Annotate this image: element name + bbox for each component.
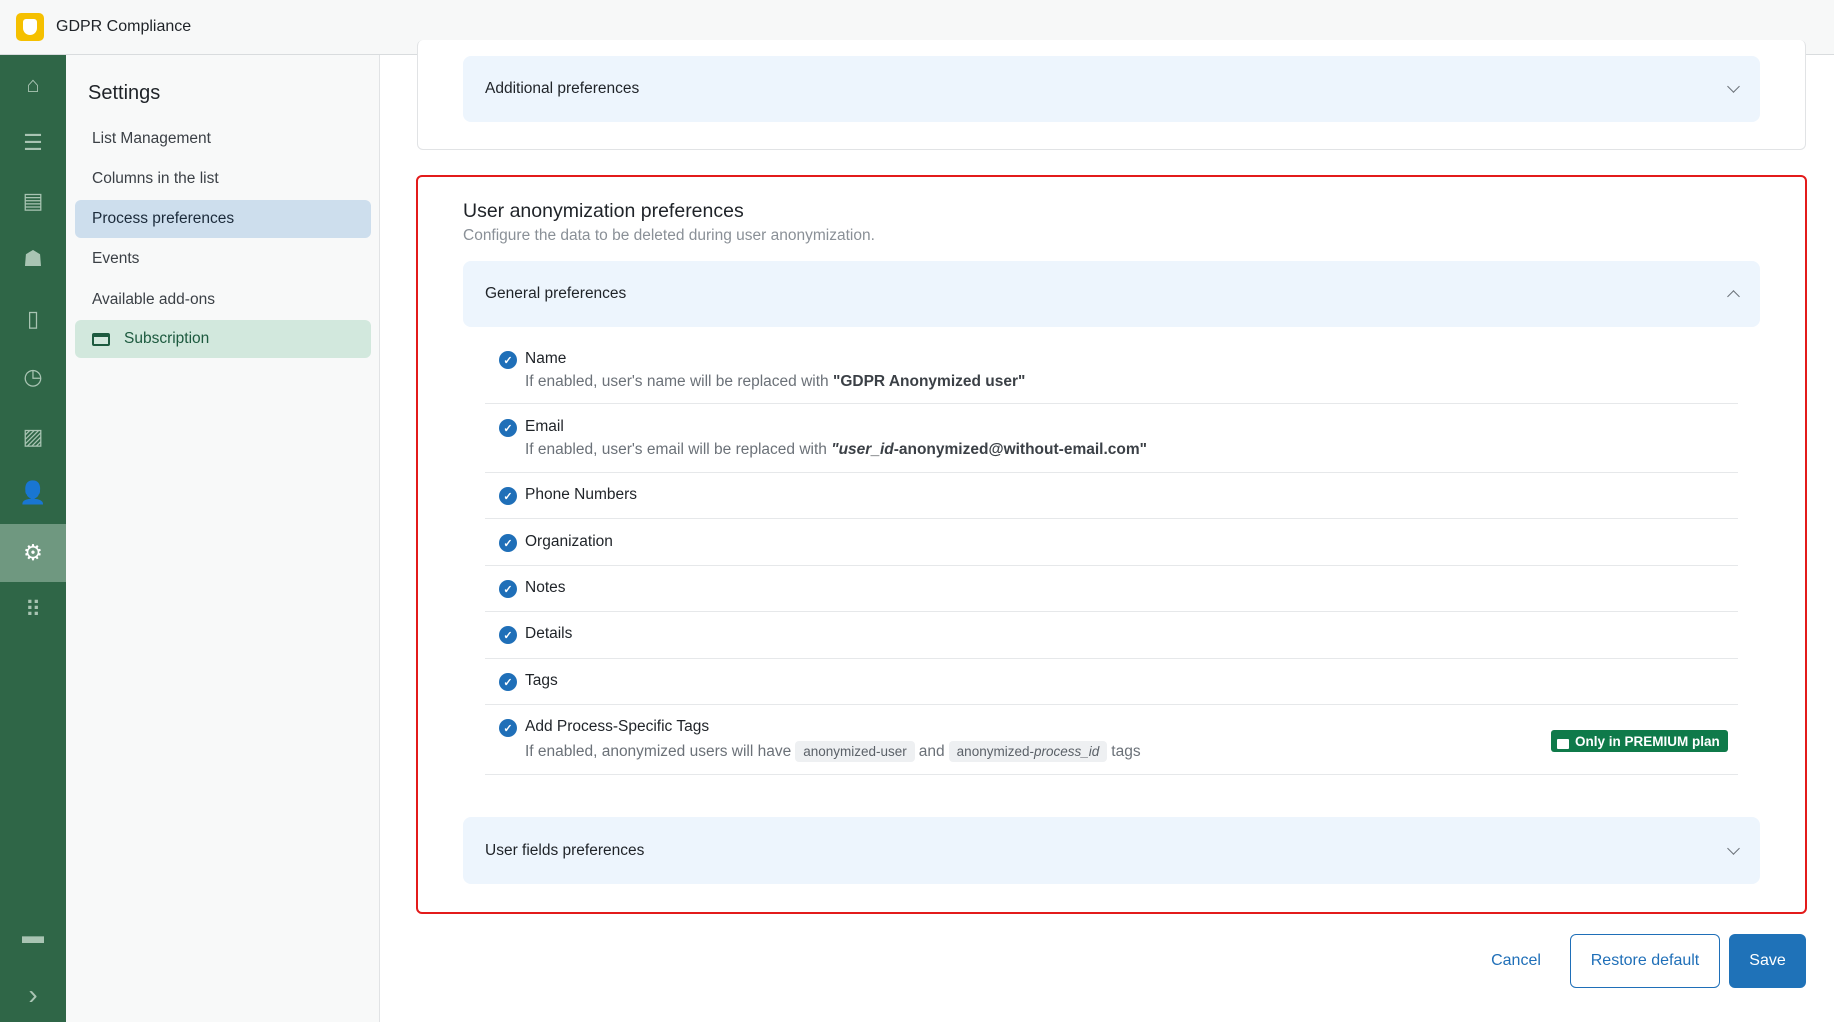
badge-icon[interactable]: ▯: [0, 291, 66, 347]
settings-item-addons[interactable]: Available add-ons: [75, 281, 371, 319]
pref-row-organization: ✓ Organization: [485, 519, 1738, 566]
chat-icon[interactable]: ▬: [0, 908, 66, 964]
pref-label: Details: [525, 625, 573, 642]
checkbox-email[interactable]: ✓: [499, 419, 517, 437]
checkbox-name[interactable]: ✓: [499, 351, 517, 369]
chevron-right-icon[interactable]: ›: [0, 967, 66, 1023]
subscription-label: Subscription: [124, 330, 210, 347]
chevron-up-icon: [1727, 290, 1740, 303]
accordion-label: Additional preferences: [485, 80, 640, 97]
pref-label: Add Process-Specific Tags: [525, 718, 710, 735]
apps-icon[interactable]: ⠿: [0, 582, 66, 638]
pref-row-details: ✓ Details: [485, 612, 1738, 659]
pref-desc: If enabled, user's name will be replaced…: [525, 373, 1026, 390]
general-preferences-accordion[interactable]: General preferences: [463, 261, 1760, 327]
chart-icon[interactable]: ▨: [0, 409, 66, 465]
icon-rail: ⌂ ☰ ▤ ☗ ▯ ◷ ▨ 👤 ⚙ ⠿ ▬ ›: [0, 55, 66, 1022]
pref-row-phone: ✓ Phone Numbers: [485, 473, 1738, 519]
pref-label: Notes: [525, 579, 566, 596]
app-logo: [16, 13, 44, 41]
accordion-label: General preferences: [485, 285, 627, 302]
gear-icon[interactable]: ⚙: [0, 524, 66, 582]
checkbox-phone[interactable]: ✓: [499, 487, 517, 505]
premium-badge: Only in PREMIUM plan: [1551, 730, 1728, 752]
pref-row-tags: ✓ Tags: [485, 659, 1738, 705]
pref-desc: If enabled, user's email will be replace…: [525, 441, 1147, 458]
save-button[interactable]: Save: [1729, 934, 1806, 988]
checkbox-organization[interactable]: ✓: [499, 534, 517, 552]
pref-label: Email: [525, 418, 564, 435]
app-title: GDPR Compliance: [56, 18, 192, 35]
contacts-icon[interactable]: ☗: [0, 231, 66, 287]
settings-item-columns[interactable]: Columns in the list: [75, 160, 371, 198]
pref-label: Organization: [525, 533, 613, 550]
list-icon[interactable]: ☰: [0, 115, 66, 171]
settings-item-process-preferences[interactable]: Process preferences: [75, 200, 371, 238]
chevron-down-icon: [1727, 80, 1740, 93]
tag-anonymized-process: anonymized-process_id: [948, 741, 1108, 762]
pref-desc: If enabled, anonymized users will have an…: [525, 741, 1141, 762]
user-lock-icon[interactable]: 👤: [0, 465, 66, 521]
settings-item-events[interactable]: Events: [75, 240, 371, 278]
restore-default-button[interactable]: Restore default: [1570, 934, 1720, 988]
unlock-icon: [1557, 738, 1569, 749]
settings-item-list-management[interactable]: List Management: [75, 120, 371, 158]
checkbox-tags[interactable]: ✓: [499, 673, 517, 691]
user-fields-accordion[interactable]: User fields preferences: [463, 817, 1760, 884]
pref-label: Phone Numbers: [525, 486, 638, 503]
pref-row-email: ✓ Email If enabled, user's email will be…: [485, 404, 1738, 473]
settings-panel: Settings List Management Columns in the …: [66, 55, 380, 1022]
credit-card-icon: [92, 332, 110, 346]
pref-row-name: ✓ Name If enabled, user's name will be r…: [485, 341, 1738, 404]
checkbox-process-tags[interactable]: ✓: [499, 719, 517, 737]
section-title: User anonymization preferences: [463, 200, 744, 222]
section-subtitle: Configure the data to be deleted during …: [463, 227, 875, 244]
additional-preferences-accordion[interactable]: Additional preferences: [463, 56, 1760, 122]
checkbox-notes[interactable]: ✓: [499, 580, 517, 598]
home-icon[interactable]: ⌂: [0, 57, 66, 113]
clock-icon[interactable]: ◷: [0, 349, 66, 405]
pref-row-notes: ✓ Notes: [485, 566, 1738, 612]
pref-label: Name: [525, 350, 567, 367]
accordion-label: User fields preferences: [485, 841, 645, 859]
tag-anonymized-user: anonymized-user: [795, 741, 915, 762]
pref-label: Tags: [525, 672, 558, 689]
settings-title: Settings: [88, 82, 161, 104]
inbox-icon[interactable]: ▤: [0, 173, 66, 229]
cancel-button[interactable]: Cancel: [1480, 934, 1552, 988]
chevron-down-icon: [1727, 841, 1740, 855]
checkbox-details[interactable]: ✓: [499, 626, 517, 644]
settings-item-subscription[interactable]: Subscription: [75, 320, 371, 358]
